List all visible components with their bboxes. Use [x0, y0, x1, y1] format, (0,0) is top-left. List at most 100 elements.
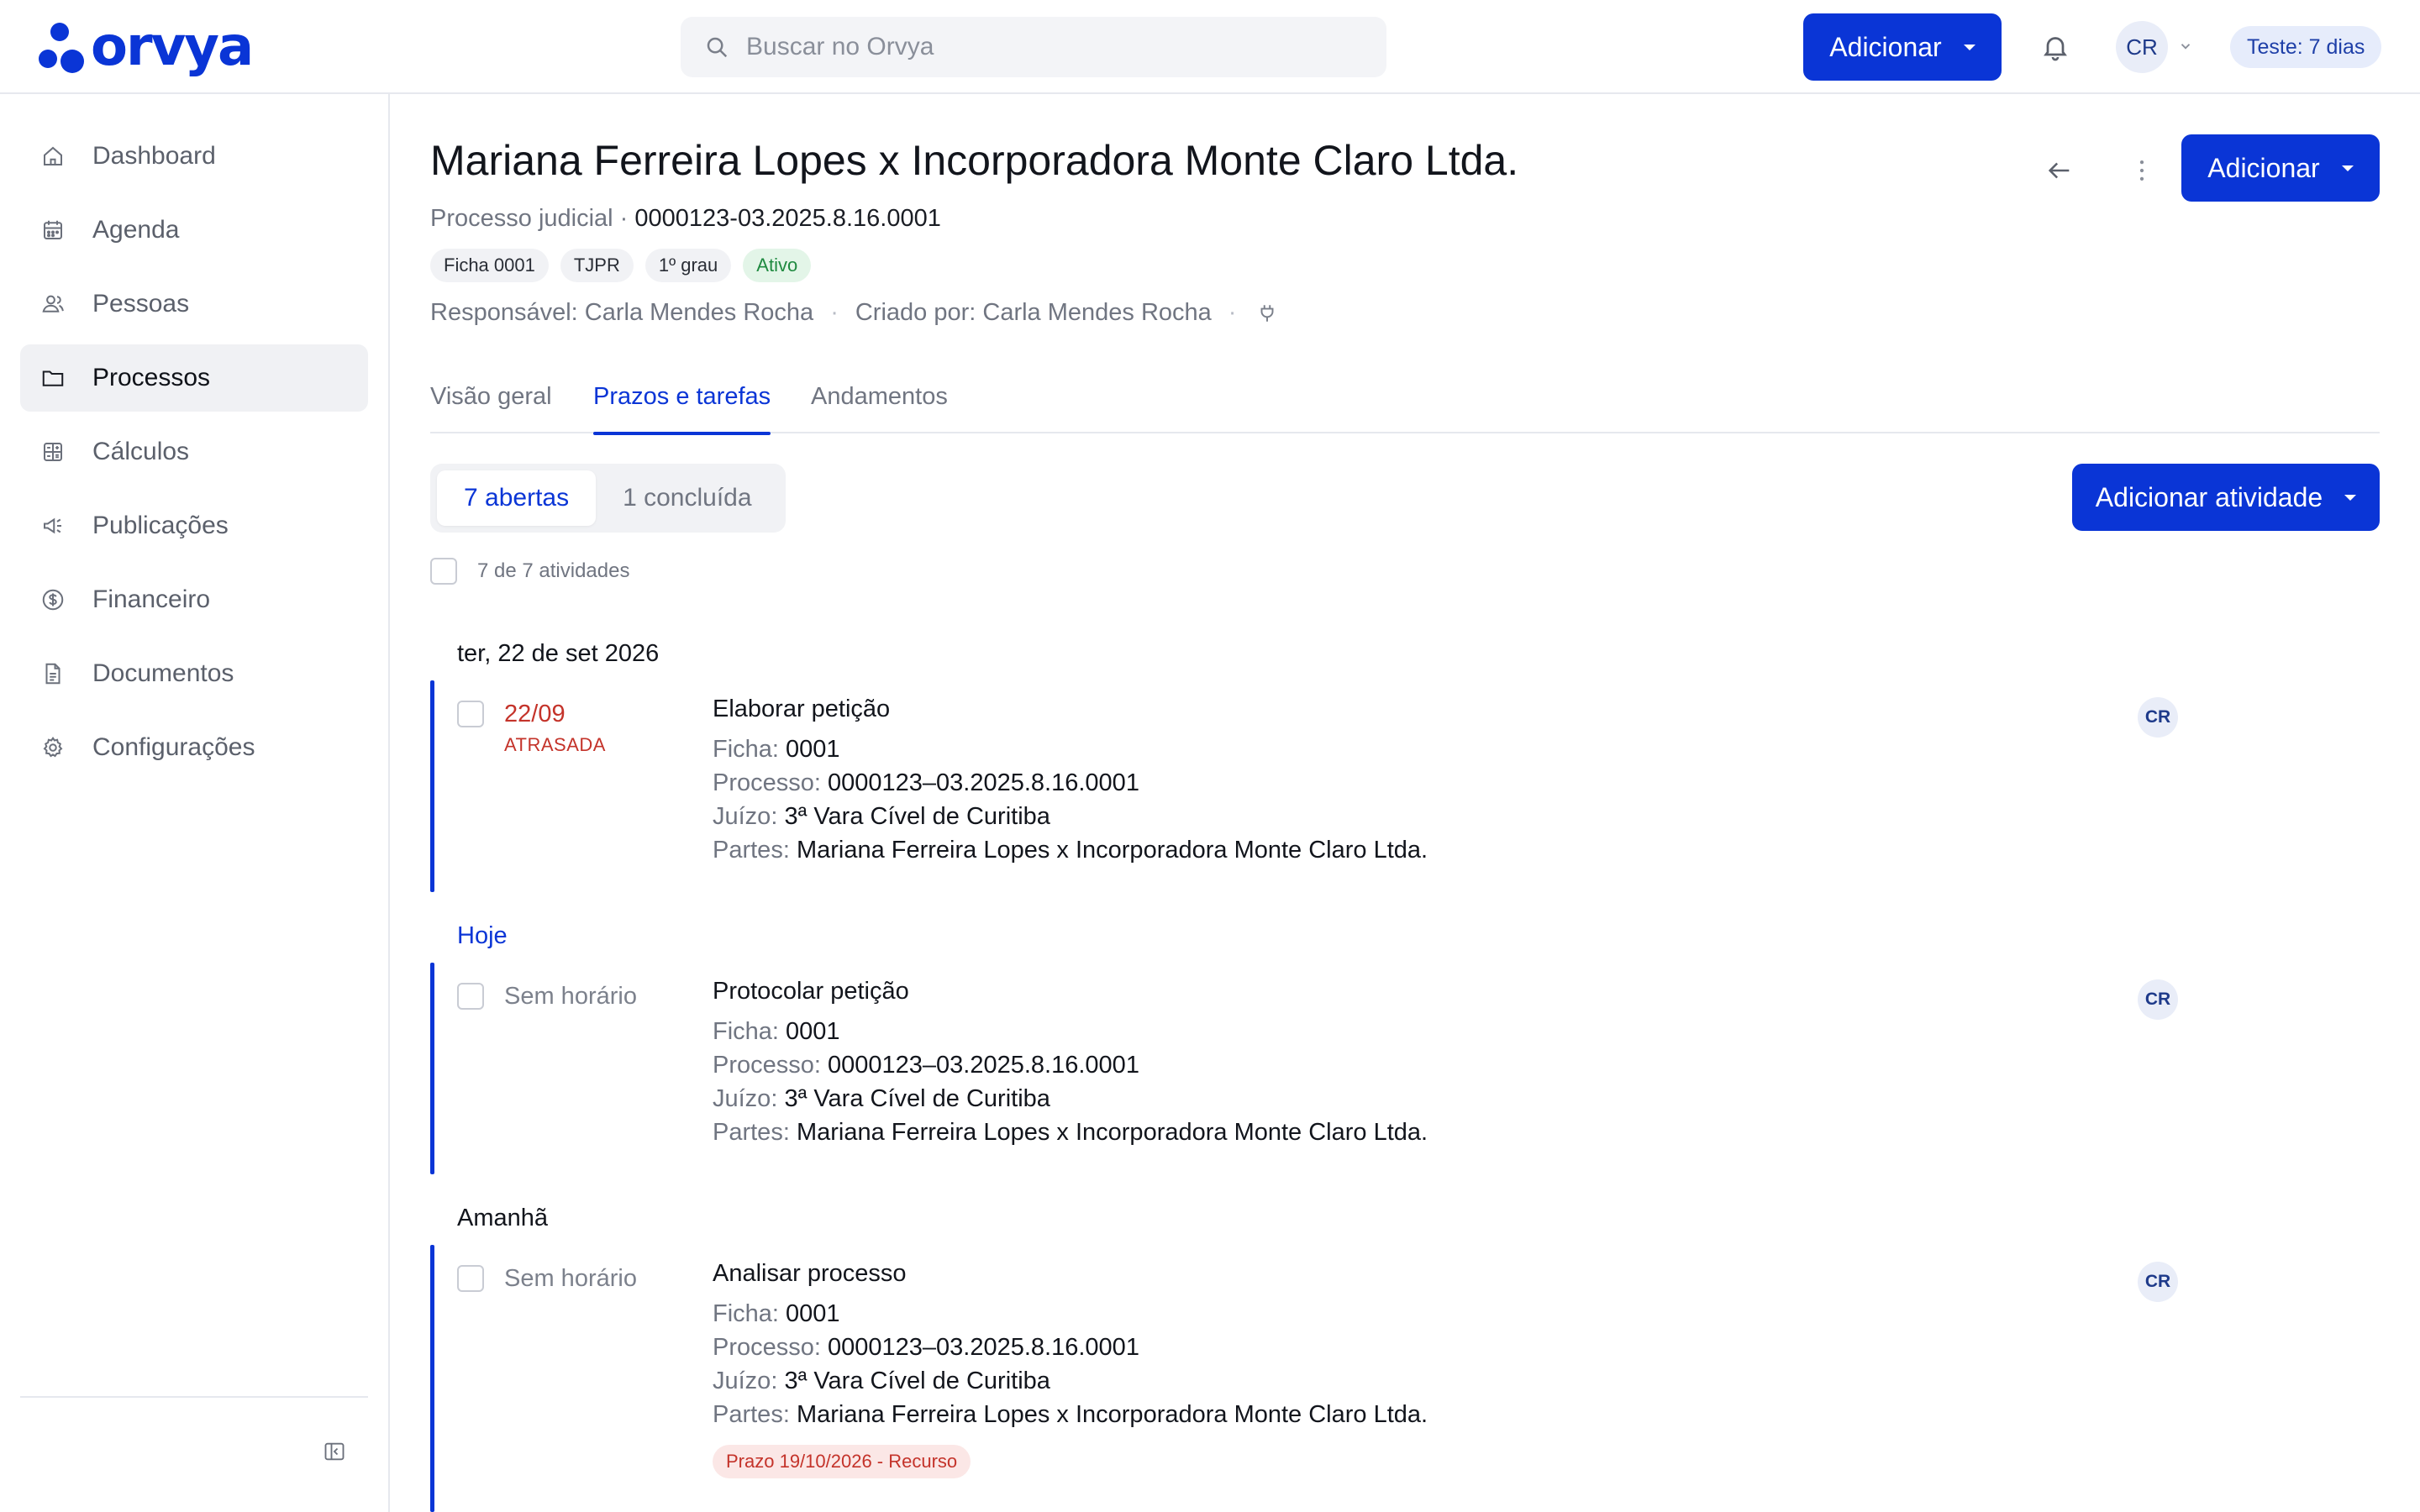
- task-item[interactable]: 22/09 ATRASADA Elaborar petição Ficha: 0…: [430, 680, 2380, 892]
- late-badge: ATRASADA: [504, 734, 606, 755]
- sidebar-item-pessoas[interactable]: Pessoas: [20, 270, 368, 338]
- sidebar-item-label: Financeiro: [92, 585, 211, 613]
- task-title[interactable]: Elaborar petição: [713, 696, 890, 723]
- bell-icon[interactable]: [2040, 30, 2070, 64]
- tab-label: Visão geral: [430, 383, 552, 410]
- select-all-checkbox[interactable]: [430, 558, 457, 585]
- top-add-label: Adicionar: [1829, 31, 1942, 62]
- case-chips: Ficha 0001 TJPR 1º grau Ativo: [430, 249, 812, 282]
- task-accent-bar: [430, 680, 434, 892]
- case-number: 0000123-03.2025.8.16.0001: [634, 205, 941, 232]
- filter-open-label: 7 abertas: [464, 484, 570, 512]
- task-ficha: Ficha: 0001: [713, 1018, 840, 1046]
- sidebar-item-label: Processos: [92, 364, 211, 391]
- tab-visao-geral[interactable]: Visão geral: [430, 383, 552, 433]
- sidebar-item-financeiro[interactable]: Financeiro: [20, 566, 368, 633]
- tab-andamentos[interactable]: Andamentos: [811, 383, 948, 433]
- task-title[interactable]: Analisar processo: [713, 1260, 907, 1288]
- task-processo: Processo: 0000123–03.2025.8.16.0001: [713, 1334, 1139, 1362]
- task-item[interactable]: Sem horário Protocolar petição Ficha: 00…: [430, 963, 2380, 1174]
- field-key: Processo:: [713, 1334, 821, 1361]
- plug-icon[interactable]: [1256, 301, 1278, 326]
- group-date-label: Amanhã: [457, 1205, 549, 1231]
- sidebar-item-configuracoes[interactable]: Configurações: [20, 714, 368, 781]
- task-ficha: Ficha: 0001: [713, 1300, 840, 1328]
- people-separator: ·: [1228, 299, 1237, 326]
- search-icon: [707, 37, 728, 58]
- case-add-button[interactable]: Adicionar: [2181, 134, 2380, 202]
- field-value: 0001: [786, 1018, 840, 1045]
- calendar-icon: [44, 220, 62, 239]
- trial-badge[interactable]: Teste: 7 dias: [2230, 26, 2382, 68]
- field-value: 0000123–03.2025.8.16.0001: [828, 1052, 1139, 1079]
- chip-ficha: Ficha 0001: [430, 249, 549, 282]
- sidebar-item-processos[interactable]: Processos: [20, 344, 368, 412]
- dollar-circle-icon: [42, 589, 64, 611]
- add-activity-button[interactable]: Adicionar atividade: [2072, 464, 2380, 531]
- filter-done-label: 1 concluída: [623, 484, 752, 512]
- task-processo: Processo: 0000123–03.2025.8.16.0001: [713, 1052, 1139, 1079]
- sidebar-item-publicacoes[interactable]: Publicações: [20, 492, 368, 559]
- task-title[interactable]: Protocolar petição: [713, 978, 909, 1005]
- task-item[interactable]: Sem horário Analisar processo Ficha: 000…: [430, 1245, 2380, 1512]
- task-partes: Partes: Mariana Ferreira Lopes x Incorpo…: [713, 1401, 1428, 1429]
- orvya-logo[interactable]: orvya: [39, 18, 254, 76]
- tab-label: Prazos e tarefas: [593, 383, 771, 410]
- sidebar-item-dashboard[interactable]: Dashboard: [20, 123, 368, 190]
- sidebar: Dashboard Agenda Pessoas Processos Cálcu…: [0, 94, 390, 1512]
- sidebar-item-label: Dashboard: [92, 142, 216, 170]
- field-value: 3ª Vara Cível de Curitiba: [784, 1085, 1050, 1112]
- task-accent-bar: [430, 1245, 434, 1512]
- task-juizo: Juízo: 3ª Vara Cível de Curitiba: [713, 1368, 1050, 1395]
- field-value: Mariana Ferreira Lopes x Incorporadora M…: [796, 1119, 1428, 1146]
- more-vertical-icon[interactable]: [2128, 155, 2156, 186]
- field-value: 3ª Vara Cível de Curitiba: [784, 1368, 1050, 1394]
- task-checkbox[interactable]: [457, 701, 484, 727]
- deadline-tag-label: Prazo 19/10/2026 - Recurso: [726, 1451, 958, 1472]
- caret-down-icon: [1963, 44, 1975, 50]
- activities-count: 7 de 7 atividades: [477, 559, 630, 582]
- logo-dots-icon: [39, 21, 86, 73]
- sidebar-item-documentos[interactable]: Documentos: [20, 640, 368, 707]
- sidebar-item-label: Cálculos: [92, 438, 190, 465]
- add-activity-label: Adicionar atividade: [2095, 481, 2323, 512]
- filter-done[interactable]: 1 concluída: [596, 470, 778, 526]
- sidebar-item-agenda[interactable]: Agenda: [20, 197, 368, 264]
- collapse-sidebar-icon[interactable]: [323, 1440, 346, 1463]
- chevron-down-icon[interactable]: [2178, 39, 2193, 54]
- calculator-icon: [44, 443, 62, 461]
- search-bar[interactable]: [681, 17, 1386, 77]
- assignee-initials: CR: [2144, 1272, 2171, 1291]
- task-accent-bar: [430, 963, 434, 1174]
- status-badge: Ativo: [743, 249, 812, 282]
- assignee-avatar[interactable]: CR: [2138, 1262, 2178, 1302]
- user-avatar[interactable]: CR: [2116, 21, 2168, 73]
- sidebar-item-calculos[interactable]: Cálculos: [20, 418, 368, 486]
- megaphone-icon: [44, 517, 61, 534]
- case-people: Responsável: Carla Mendes Rocha · Criado…: [430, 299, 1278, 327]
- task-checkbox[interactable]: [457, 1265, 484, 1292]
- top-add-button[interactable]: Adicionar: [1803, 13, 2002, 81]
- field-value: Mariana Ferreira Lopes x Incorporadora M…: [796, 1401, 1428, 1428]
- task-due-date: 22/09: [504, 701, 566, 727]
- case-type: Processo judicial: [430, 205, 613, 232]
- field-value: 3ª Vara Cível de Curitiba: [784, 803, 1050, 830]
- assignee-avatar[interactable]: CR: [2138, 697, 2178, 738]
- folder-icon: [42, 370, 64, 386]
- people-icon: [42, 295, 64, 312]
- search-input[interactable]: [746, 33, 1334, 61]
- field-key: Processo:: [713, 769, 821, 796]
- trial-label: Teste: 7 dias: [2247, 34, 2365, 59]
- assignee-avatar[interactable]: CR: [2138, 979, 2178, 1020]
- tab-bar: Visão geral Prazos e tarefas Andamentos: [430, 375, 2380, 435]
- field-key: Juízo:: [713, 1085, 778, 1112]
- deadline-tag[interactable]: Prazo 19/10/2026 - Recurso: [713, 1445, 971, 1478]
- task-checkbox[interactable]: [457, 983, 484, 1010]
- filter-open[interactable]: 7 abertas: [437, 470, 597, 526]
- case-subtitle: Processo judicial · 0000123-03.2025.8.16…: [430, 205, 941, 233]
- people-separator: ·: [830, 299, 839, 326]
- sidebar-item-label: Documentos: [92, 659, 234, 687]
- chip-court: TJPR: [560, 249, 634, 282]
- arrow-left-icon[interactable]: [2045, 156, 2074, 185]
- tab-prazos-e-tarefas[interactable]: Prazos e tarefas: [593, 383, 771, 435]
